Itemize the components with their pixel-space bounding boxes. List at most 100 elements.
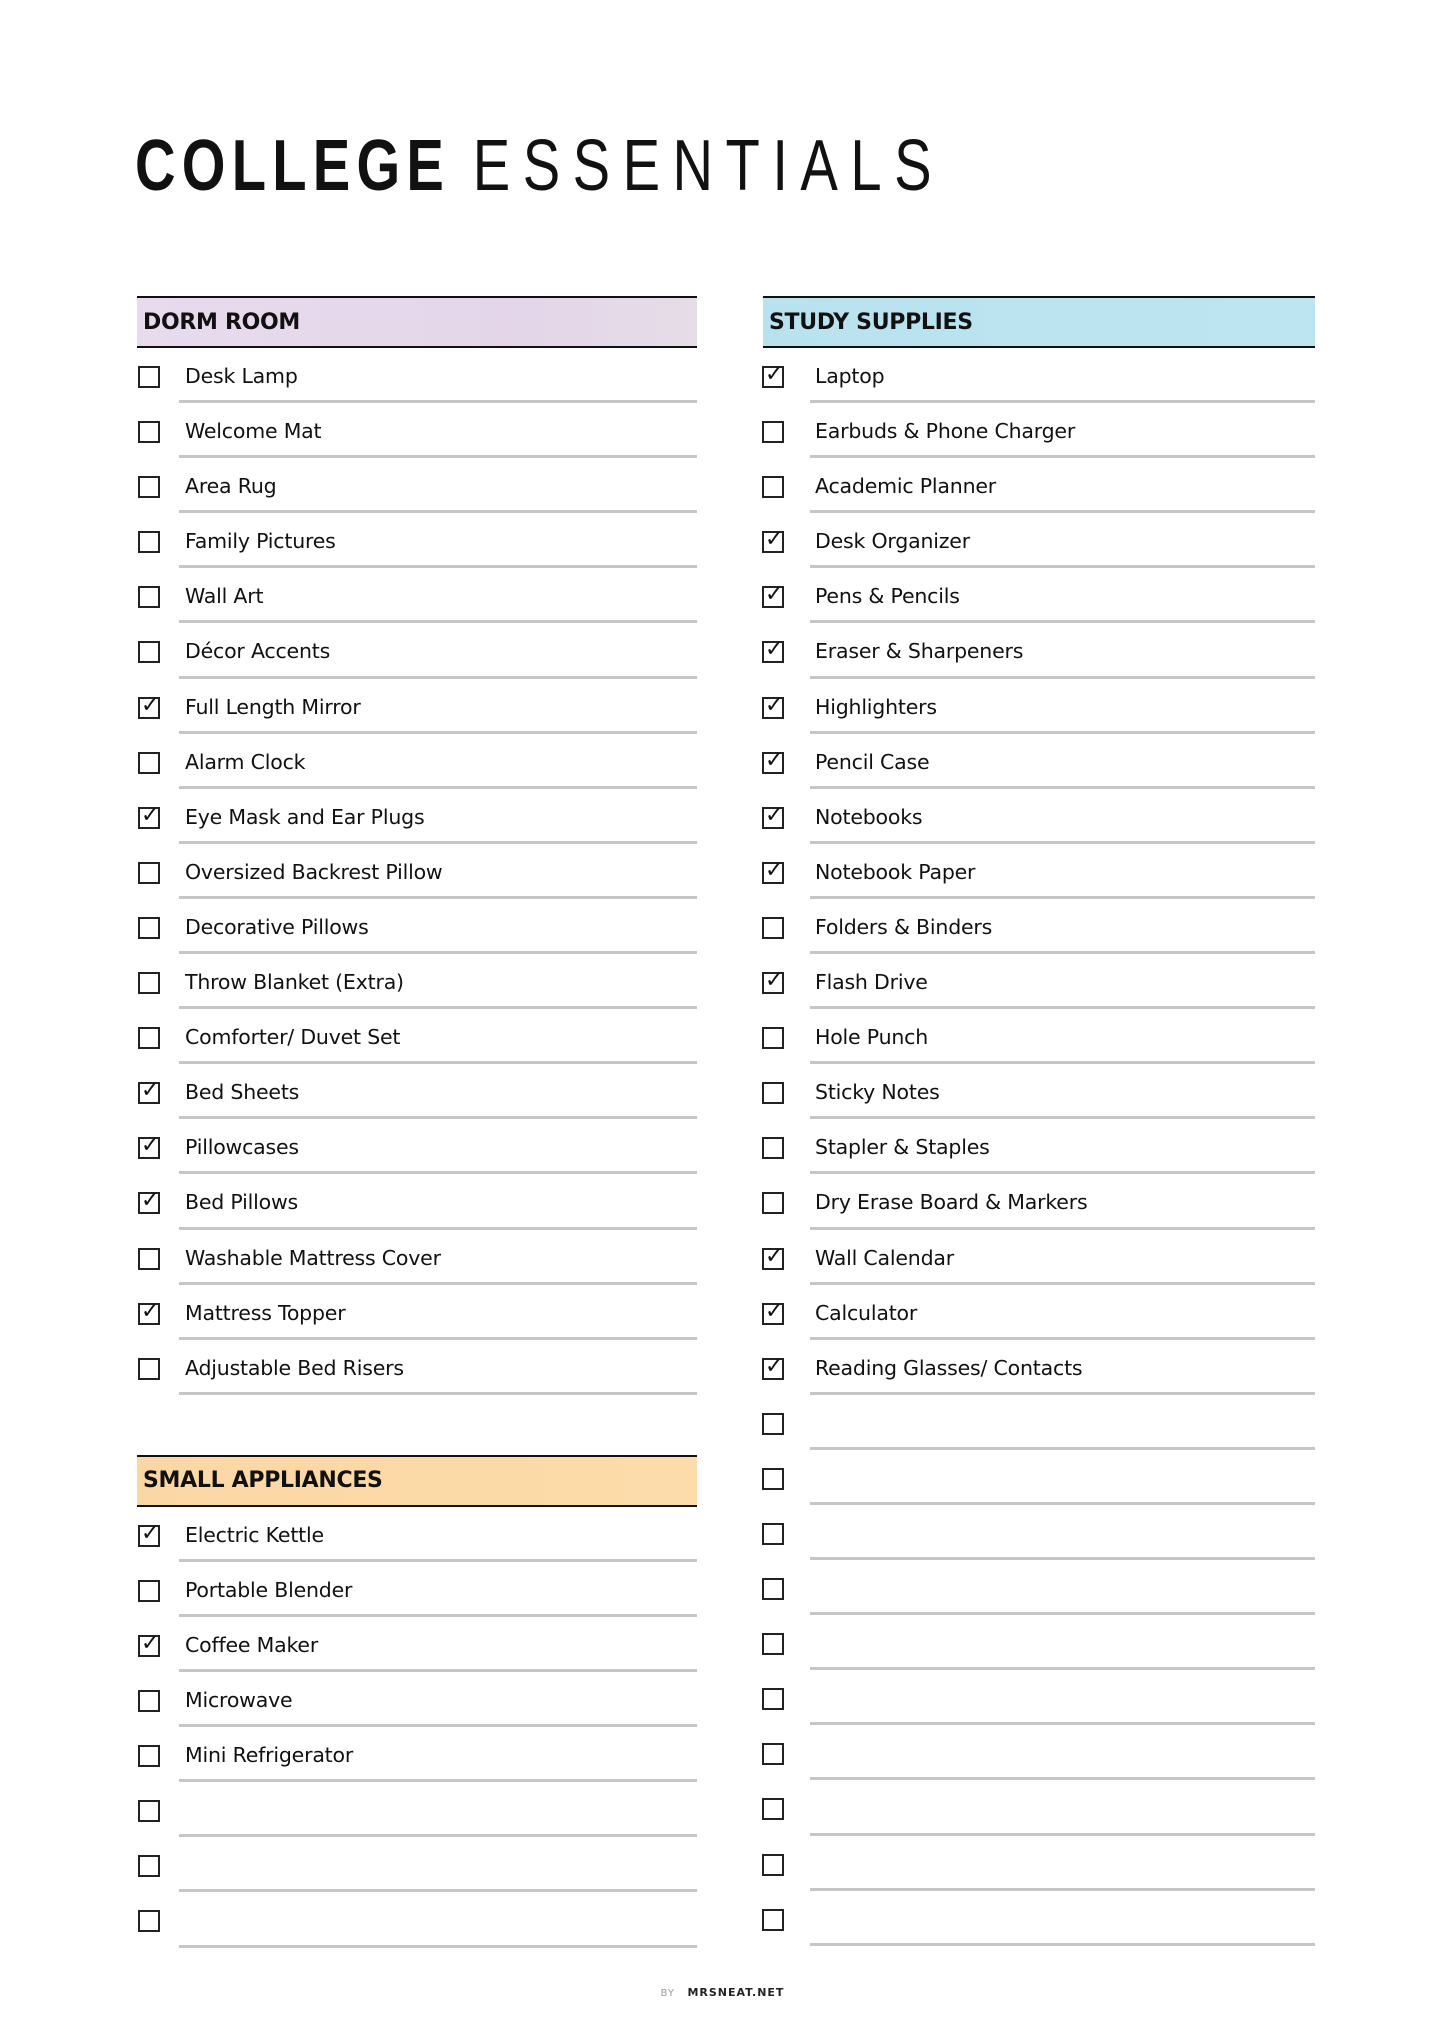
checkbox[interactable] [762, 1798, 784, 1821]
checkbox[interactable] [762, 1688, 784, 1711]
item-label: Dry Erase Board & Markers [815, 1190, 1088, 1215]
item-label: Highlighters [815, 694, 937, 719]
checkbox[interactable] [138, 531, 160, 554]
checklist-item: ✓ Notebooks [762, 789, 1315, 844]
checkbox-checked[interactable]: ✓ [762, 1355, 784, 1380]
checklist-item: Comforter/ Duvet Set [137, 1009, 697, 1065]
checkbox-checked[interactable]: ✓ [138, 692, 160, 719]
item-label: Throw Blanket (Extra) [185, 970, 404, 995]
checkbox[interactable] [762, 1412, 784, 1435]
check-icon: ✓ [765, 968, 784, 994]
checkbox[interactable] [138, 1690, 160, 1713]
item-label: Bed Pillows [185, 1190, 298, 1215]
checklist-item: ✓ Mattress Topper [137, 1285, 697, 1340]
checkbox-checked[interactable]: ✓ [762, 694, 784, 719]
checkbox[interactable] [138, 861, 160, 884]
check-icon: ✓ [141, 1298, 160, 1324]
item-label: Stapler & Staples [815, 1135, 990, 1160]
checkbox[interactable] [138, 1247, 160, 1270]
item-label: Electric Kettle [185, 1522, 324, 1547]
write-line [179, 1944, 697, 1948]
checklist-item-blank [137, 1837, 697, 1893]
checkbox-checked[interactable]: ✓ [138, 804, 160, 829]
checkbox-checked[interactable]: ✓ [762, 529, 784, 554]
checkbox-checked[interactable]: ✓ [762, 1245, 784, 1270]
checkbox[interactable] [762, 1578, 784, 1601]
check-icon: ✓ [765, 582, 784, 608]
checkbox[interactable] [138, 1579, 160, 1602]
checkbox[interactable] [138, 1910, 160, 1933]
item-label: Sticky Notes [815, 1080, 940, 1105]
checkbox[interactable] [138, 1027, 160, 1050]
checkbox-checked[interactable]: ✓ [762, 968, 784, 995]
checkbox-checked[interactable]: ✓ [762, 639, 784, 664]
checkbox-checked[interactable]: ✓ [138, 1080, 160, 1105]
checklist-item: ✓ Eye Mask and Ear Plugs [137, 789, 697, 844]
item-label: Area Rug [185, 474, 277, 499]
checklist-item: Sticky Notes [762, 1064, 1315, 1120]
checklist-item: ✓ Flash Drive [762, 954, 1315, 1010]
checkbox[interactable] [762, 1027, 784, 1050]
item-label: Mattress Topper [185, 1300, 346, 1325]
checkbox[interactable] [762, 1522, 784, 1545]
checkbox-checked[interactable]: ✓ [138, 1190, 160, 1215]
checkbox[interactable] [762, 1467, 784, 1490]
checklist-item: ✓ Desk Organizer [762, 513, 1315, 569]
checkbox-checked[interactable]: ✓ [762, 582, 784, 609]
checkbox[interactable] [138, 751, 160, 774]
checkbox[interactable] [138, 366, 160, 388]
checkbox[interactable] [138, 1745, 160, 1768]
item-label: Notebook Paper [815, 859, 976, 884]
check-icon: ✓ [141, 692, 160, 718]
checkbox[interactable] [138, 1800, 160, 1823]
title-light: ESSENTIALS [472, 126, 945, 206]
checklist-item: Throw Blanket (Extra) [137, 954, 697, 1010]
checkbox-checked[interactable]: ✓ [762, 804, 784, 829]
checkbox-checked[interactable]: ✓ [762, 747, 784, 774]
checklist-item: Folders & Binders [762, 899, 1315, 955]
checkbox[interactable] [138, 1357, 160, 1380]
checkbox[interactable] [762, 476, 784, 499]
checklist-item: ✓ Bed Sheets [137, 1064, 697, 1120]
checkbox[interactable] [138, 1855, 160, 1878]
checkbox[interactable] [762, 1743, 784, 1766]
checklist-item-blank [762, 1891, 1315, 1946]
checkbox[interactable] [138, 476, 160, 499]
checkbox[interactable] [762, 1853, 784, 1876]
checkbox[interactable] [762, 1137, 784, 1160]
item-label: Earbuds & Phone Charger [815, 419, 1076, 444]
checkbox[interactable] [138, 972, 160, 995]
checklist-item: ✓ Calculator [762, 1285, 1315, 1340]
checklist-item: ✓ Pens & Pencils [762, 568, 1315, 624]
checklist-item: ✓ Pencil Case [762, 734, 1315, 789]
checkbox[interactable] [138, 586, 160, 609]
checkbox-checked[interactable]: ✓ [138, 1522, 160, 1547]
item-label: Décor Accents [185, 639, 331, 664]
checkbox-checked[interactable]: ✓ [762, 364, 784, 388]
item-label: Pencil Case [815, 749, 930, 774]
checklist-item-blank [762, 1505, 1315, 1561]
checkbox[interactable] [138, 421, 160, 444]
checkbox[interactable] [762, 421, 784, 444]
checkbox[interactable] [762, 1192, 784, 1215]
checklist-item: ✓ Laptop [762, 348, 1315, 404]
item-label: Laptop [815, 364, 885, 388]
checkbox[interactable] [138, 916, 160, 939]
checkbox[interactable] [138, 641, 160, 664]
checkbox[interactable] [762, 1082, 784, 1105]
checkbox[interactable] [762, 916, 784, 939]
checkbox-checked[interactable]: ✓ [138, 1135, 160, 1160]
checklist-item-blank [762, 1450, 1315, 1505]
check-icon: ✓ [765, 747, 784, 773]
checklist-dorm-room: Desk Lamp Welcome Mat Area Rug Family Pictu… [137, 348, 697, 1395]
item-label: Notebooks [815, 804, 923, 829]
checkbox[interactable] [762, 1908, 784, 1931]
item-label: Adjustable Bed Risers [185, 1355, 404, 1380]
checkbox[interactable] [762, 1633, 784, 1656]
checkbox-checked[interactable]: ✓ [138, 1632, 160, 1657]
footer-credit: BY MRSNEAT.NET [0, 1986, 1445, 1999]
checkbox-checked[interactable]: ✓ [762, 859, 784, 884]
checkbox-checked[interactable]: ✓ [762, 1300, 784, 1325]
item-label: Welcome Mat [185, 419, 322, 444]
checkbox-checked[interactable]: ✓ [138, 1298, 160, 1325]
